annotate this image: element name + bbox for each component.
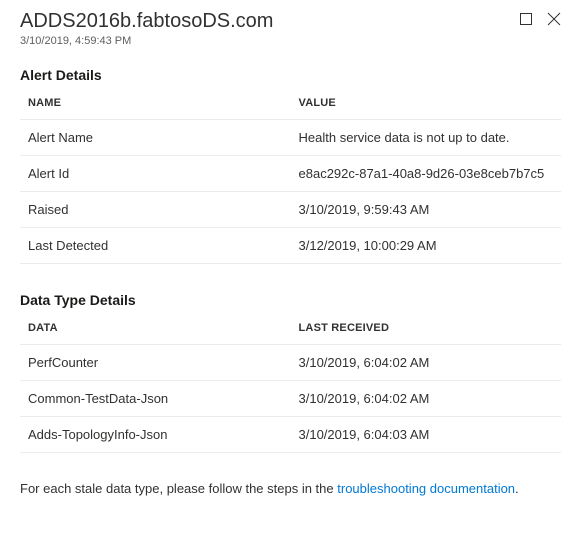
- alert-panel: ADDS2016b.fabtosoDS.com 3/10/2019, 4:59:…: [0, 0, 581, 533]
- footer-suffix: .: [515, 481, 519, 496]
- cell-value: Health service data is not up to date.: [291, 120, 562, 156]
- cell-data: Adds-TopologyInfo-Json: [20, 417, 291, 453]
- panel-timestamp: 3/10/2019, 4:59:43 PM: [20, 35, 561, 47]
- table-row: Alert Name Health service data is not up…: [20, 120, 561, 156]
- cell-last-received: 3/10/2019, 6:04:02 AM: [291, 345, 562, 381]
- troubleshooting-link[interactable]: troubleshooting documentation: [337, 481, 515, 496]
- table-row: Raised 3/10/2019, 9:59:43 AM: [20, 192, 561, 228]
- footer-prefix: For each stale data type, please follow …: [20, 481, 337, 496]
- cell-last-received: 3/10/2019, 6:04:03 AM: [291, 417, 562, 453]
- cell-data: PerfCounter: [20, 345, 291, 381]
- cell-value: e8ac292c-87a1-40a8-9d26-03e8ceb7b7c5: [291, 156, 562, 192]
- panel-title: ADDS2016b.fabtosoDS.com: [20, 10, 561, 33]
- table-row: PerfCounter 3/10/2019, 6:04:02 AM: [20, 345, 561, 381]
- close-icon[interactable]: [547, 12, 561, 26]
- column-header-last-received: LAST RECEIVED: [291, 312, 562, 345]
- column-header-data: DATA: [20, 312, 291, 345]
- cell-name: Raised: [20, 192, 291, 228]
- data-type-details-table: DATA LAST RECEIVED PerfCounter 3/10/2019…: [20, 312, 561, 453]
- cell-value: 3/10/2019, 9:59:43 AM: [291, 192, 562, 228]
- column-header-value: VALUE: [291, 87, 562, 120]
- table-row: Adds-TopologyInfo-Json 3/10/2019, 6:04:0…: [20, 417, 561, 453]
- cell-data: Common-TestData-Json: [20, 381, 291, 417]
- data-type-details-section: Data Type Details DATA LAST RECEIVED Per…: [20, 292, 561, 453]
- alert-details-section: Alert Details NAME VALUE Alert Name Heal…: [20, 67, 561, 264]
- table-row: Common-TestData-Json 3/10/2019, 6:04:02 …: [20, 381, 561, 417]
- cell-name: Last Detected: [20, 228, 291, 264]
- alert-details-table: NAME VALUE Alert Name Health service dat…: [20, 87, 561, 264]
- cell-value: 3/12/2019, 10:00:29 AM: [291, 228, 562, 264]
- restore-icon[interactable]: [519, 12, 533, 26]
- table-row: Alert Id e8ac292c-87a1-40a8-9d26-03e8ceb…: [20, 156, 561, 192]
- cell-name: Alert Name: [20, 120, 291, 156]
- table-row: Last Detected 3/12/2019, 10:00:29 AM: [20, 228, 561, 264]
- data-type-details-title: Data Type Details: [20, 292, 561, 308]
- cell-last-received: 3/10/2019, 6:04:02 AM: [291, 381, 562, 417]
- footer-text: For each stale data type, please follow …: [20, 481, 561, 496]
- column-header-name: NAME: [20, 87, 291, 120]
- panel-header: ADDS2016b.fabtosoDS.com 3/10/2019, 4:59:…: [20, 10, 561, 47]
- cell-name: Alert Id: [20, 156, 291, 192]
- header-controls: [519, 12, 561, 26]
- alert-details-title: Alert Details: [20, 67, 561, 83]
